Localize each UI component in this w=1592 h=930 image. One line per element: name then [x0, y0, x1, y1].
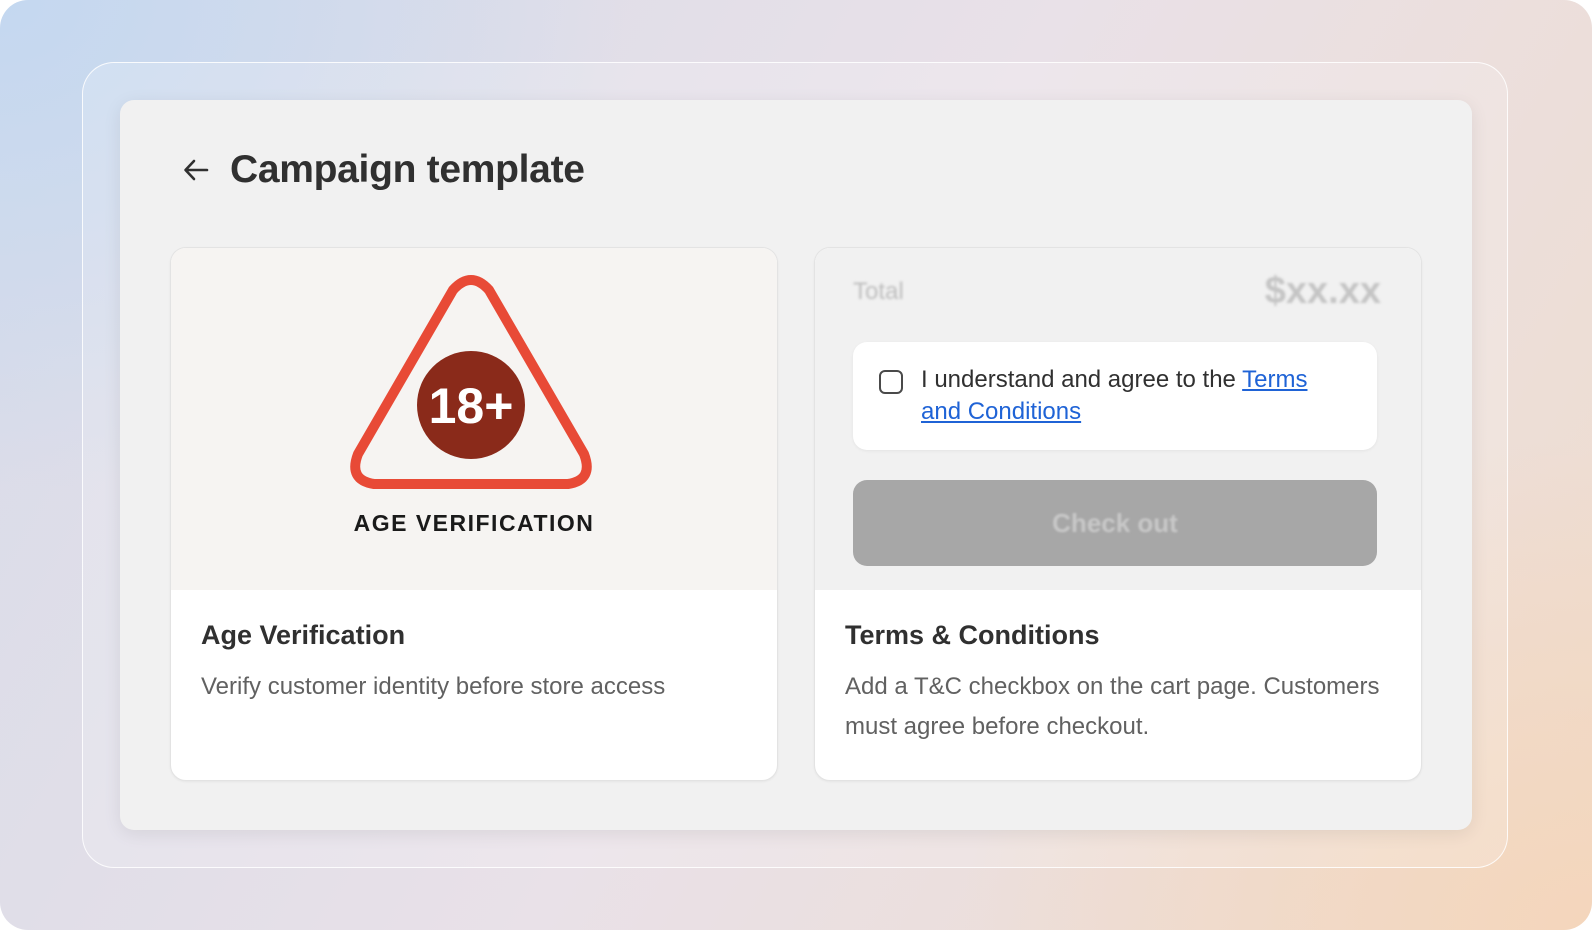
total-row: Total $xx.xx	[853, 270, 1381, 313]
terms-conditions-preview: Total $xx.xx I understand and agree to t…	[815, 248, 1421, 590]
age-badge-text: 18+	[429, 378, 514, 434]
terms-checkbox-text: I understand and agree to the	[921, 366, 1243, 393]
terms-checkbox-box: I understand and agree to the Terms and …	[853, 342, 1377, 450]
age-verification-preview: 18+ AGE VERIFICATION	[171, 248, 777, 590]
age-verification-caption: AGE VERIFICATION	[353, 510, 595, 536]
card-description: Add a T&C checkbox on the cart page. Cus…	[845, 673, 1380, 740]
total-label: Total	[853, 277, 904, 305]
terms-checkbox-label: I understand and agree to the Terms and …	[921, 364, 1353, 428]
page-title: Campaign template	[230, 148, 585, 191]
checkout-button[interactable]: Check out	[853, 480, 1377, 566]
total-amount: $xx.xx	[1264, 270, 1381, 312]
checkout-button-label: Check out	[1052, 507, 1178, 538]
arrow-left-icon	[184, 159, 209, 181]
template-card-terms-conditions[interactable]: Total $xx.xx I understand and agree to t…	[814, 247, 1422, 781]
campaign-template-panel: Campaign template 18+ AGE VERIFICATION A…	[120, 100, 1472, 830]
terms-checkbox[interactable]	[879, 370, 903, 394]
age-warning-icon: 18+	[350, 275, 592, 489]
template-card-age-verification[interactable]: 18+ AGE VERIFICATION Age Verification Ve…	[170, 247, 778, 781]
card-body: Age Verification Verify customer identit…	[201, 620, 753, 707]
page-header: Campaign template	[180, 144, 585, 196]
card-description: Verify customer identity before store ac…	[201, 673, 666, 700]
card-title: Age Verification	[201, 620, 406, 650]
background: Campaign template 18+ AGE VERIFICATION A…	[0, 0, 1592, 930]
back-button[interactable]	[180, 154, 212, 186]
card-body: Terms & Conditions Add a T&C checkbox on…	[845, 620, 1397, 747]
card-title: Terms & Conditions	[845, 620, 1100, 650]
